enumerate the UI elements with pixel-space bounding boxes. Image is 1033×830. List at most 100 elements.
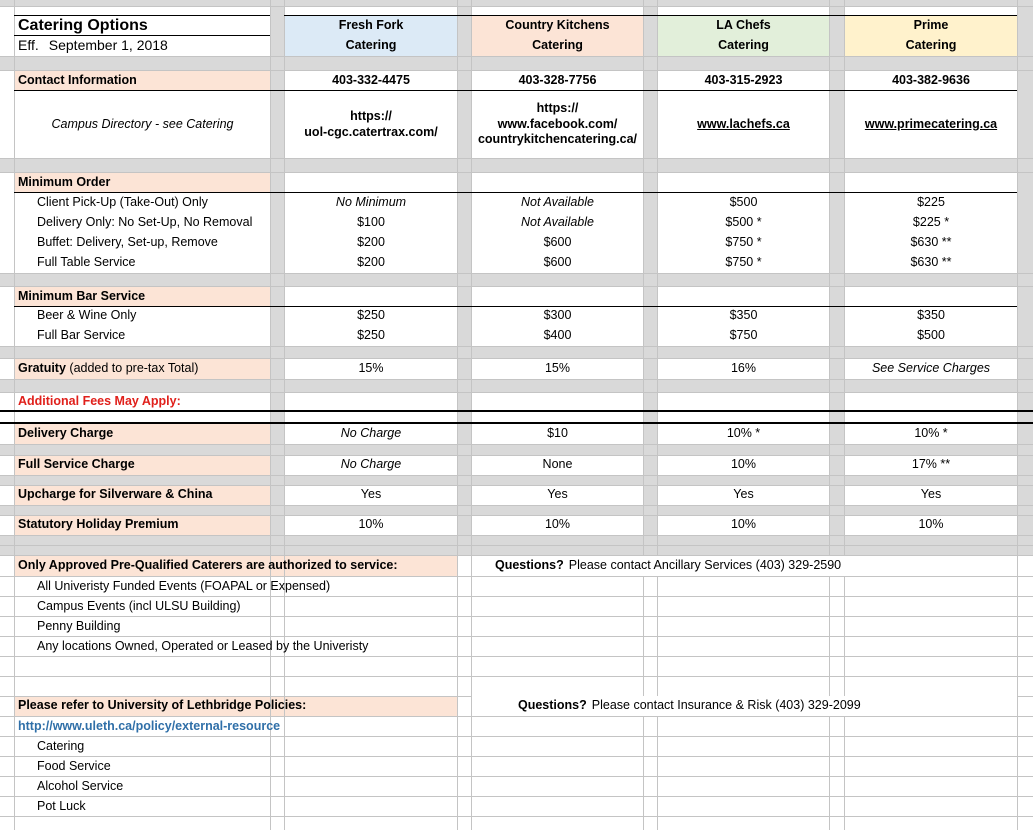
- cell-value: $225: [917, 195, 945, 210]
- approved-heading: Only Approved Pre-Qualified Caterers are…: [18, 558, 398, 573]
- cell-value: 17% **: [911, 457, 951, 472]
- minimum-order-heading: Minimum Order: [18, 175, 111, 190]
- gray-band: [0, 56, 1033, 70]
- list-item: Food Service: [37, 759, 111, 774]
- cell-value: $10: [547, 425, 568, 440]
- gray-band: [0, 158, 1033, 172]
- vendor-sub: Catering: [345, 38, 397, 53]
- fee-label: Statutory Holiday Premium: [18, 517, 179, 532]
- sheet-title: Catering Options: [18, 16, 148, 34]
- list-item: All Univeristy Funded Events (FOAPAL or …: [37, 579, 331, 594]
- gridline: [0, 379, 1033, 380]
- fee-label: Upcharge for Silverware & China: [18, 487, 213, 502]
- gratuity-label-rest: (added to pre-tax Total): [65, 360, 199, 375]
- gridline: [0, 676, 1033, 677]
- cell-value: $750: [729, 328, 758, 343]
- gray-band: [0, 535, 1033, 545]
- contact-label: Contact Information: [18, 73, 137, 88]
- row-label: Delivery Only: No Set-Up, No Removal: [37, 215, 253, 230]
- cell-value: Yes: [360, 487, 382, 502]
- gridline: [0, 158, 1033, 159]
- row-label: Full Table Service: [37, 255, 136, 270]
- gridline: [0, 346, 1033, 347]
- cell-value: 15%: [544, 360, 571, 375]
- questions-text: Please contact Insurance & Risk (403) 32…: [591, 698, 861, 713]
- fee-label: Full Service Charge: [18, 457, 135, 472]
- gridline: [1017, 0, 1018, 830]
- gray-band: [0, 545, 1033, 555]
- catering-spreadsheet: Catering Options Eff. September 1, 2018 …: [0, 0, 1033, 830]
- cell-value: $750 *: [725, 235, 762, 250]
- cell-value: 10% *: [726, 425, 761, 440]
- cell-value: No Charge: [340, 457, 402, 472]
- additional-fees-heading: Additional Fees May Apply:: [18, 394, 181, 409]
- gridline: [0, 535, 1033, 536]
- cell-value: None: [542, 457, 573, 472]
- cell-value: $200: [357, 235, 385, 250]
- cell-value: $225 *: [912, 215, 950, 230]
- vendor-name: Fresh Fork: [338, 18, 404, 33]
- cell-value: 15%: [358, 360, 384, 375]
- spacer-column: [1017, 0, 1033, 555]
- gridline: [457, 0, 458, 830]
- cell-value: 10%: [358, 517, 384, 532]
- cell-value: $200: [357, 255, 385, 270]
- cell-value: $350: [729, 308, 758, 323]
- effective-date: Eff. September 1, 2018: [15, 36, 270, 56]
- row-label: Client Pick-Up (Take-Out) Only: [37, 195, 208, 210]
- cell-value: $750 *: [725, 255, 762, 270]
- row-label: Buffet: Delivery, Set-up, Remove: [37, 235, 218, 250]
- cell-value: 10%: [544, 517, 571, 532]
- url-line: uol-cgc.catertrax.com/: [304, 124, 438, 139]
- gray-band: [0, 379, 1033, 392]
- cell-value: 10%: [730, 457, 757, 472]
- cell-value: $500: [917, 328, 945, 343]
- approved-questions: Questions? Please contact Ancillary Serv…: [472, 556, 1017, 576]
- list-item: Penny Building: [37, 619, 121, 634]
- gray-band: [0, 273, 1033, 286]
- vendor-sub: Catering: [905, 38, 957, 53]
- list-item: Any locations Owned, Operated or Leased …: [37, 639, 369, 654]
- phone-fresh-fork: 403-332-4475: [332, 73, 410, 88]
- website-fresh-fork[interactable]: https:// uol-cgc.catertrax.com/: [285, 91, 457, 158]
- minimum-bar-heading: Minimum Bar Service: [18, 289, 146, 304]
- gridline: [0, 6, 1033, 7]
- spacer-column: [270, 0, 285, 555]
- gratuity-label: Gratuity (added to pre-tax Total): [15, 358, 270, 379]
- website-la-chefs[interactable]: www.lachefs.ca: [658, 91, 829, 158]
- gray-band: [0, 346, 1033, 358]
- website-country-kitchens[interactable]: https:// www.facebook.com/ countrykitche…: [472, 91, 643, 158]
- vendor-name: Country Kitchens: [505, 18, 610, 33]
- gridline: [0, 475, 1033, 476]
- cell-value: Yes: [547, 487, 568, 502]
- gray-band: [0, 505, 1033, 515]
- cell-value: Not Available: [521, 195, 594, 210]
- cell-value: $400: [543, 328, 572, 343]
- row-label: Full Bar Service: [37, 328, 126, 343]
- vendor-sub: Catering: [718, 38, 769, 53]
- url-line: countrykitchencatering.ca/: [477, 132, 638, 147]
- cell-value: $300: [543, 308, 572, 323]
- vendor-name: Prime: [913, 18, 949, 33]
- effective-date-value: September 1, 2018: [48, 37, 168, 54]
- url-line: https://: [536, 101, 579, 116]
- website-prime[interactable]: www.primecatering.ca: [845, 91, 1017, 158]
- cell-value: No Charge: [340, 425, 402, 440]
- phone-prime: 403-382-9636: [892, 73, 970, 88]
- fee-label: Delivery Charge: [18, 425, 114, 440]
- gridline: [0, 273, 1033, 274]
- gridline: [0, 444, 1033, 445]
- cell-value: $630 **: [910, 255, 952, 270]
- gray-band: [0, 475, 1033, 485]
- gratuity-label-bold: Gratuity: [18, 360, 66, 375]
- questions-label: Questions?: [495, 558, 564, 573]
- cell-value: $100: [357, 215, 385, 230]
- gridline: [0, 505, 1033, 506]
- policy-link[interactable]: http://www.uleth.ca/policy/external-reso…: [15, 717, 455, 737]
- cell-value: 10% *: [914, 425, 948, 440]
- list-item: Pot Luck: [37, 799, 86, 814]
- cell-value: Yes: [920, 487, 942, 502]
- questions-label: Questions?: [518, 698, 587, 713]
- cell-value: See Service Charges: [871, 360, 991, 375]
- effective-label: Eff.: [18, 37, 39, 54]
